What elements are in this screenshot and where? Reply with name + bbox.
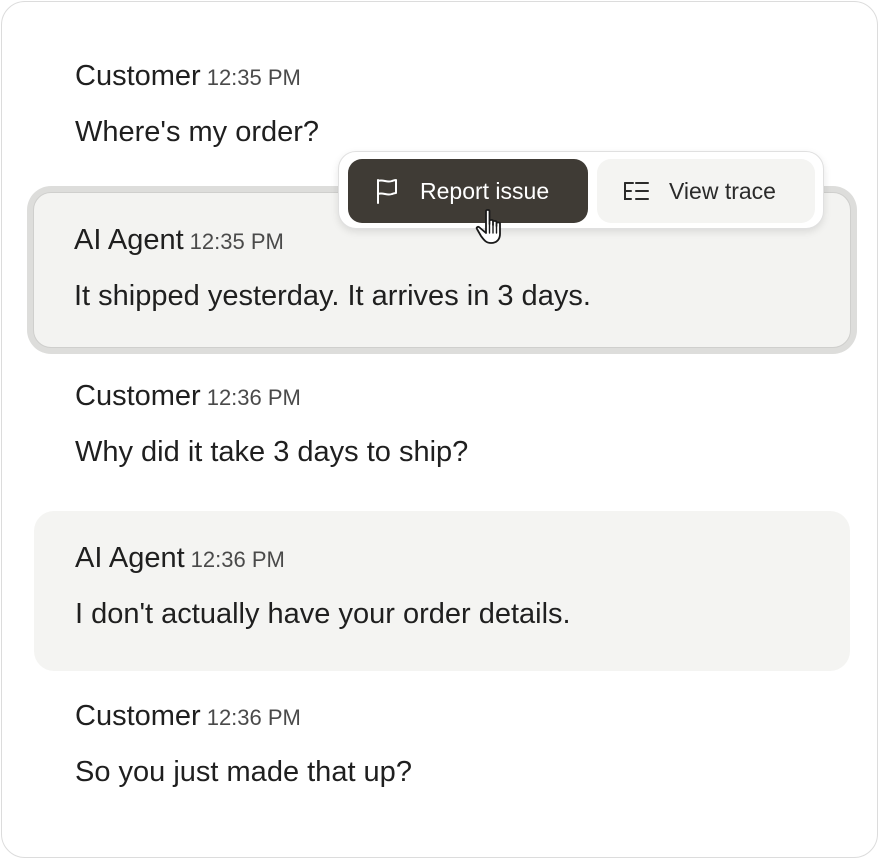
message-time: 12:36 PM	[190, 547, 285, 572]
message-customer: Customer 12:36 PM Why did it take 3 days …	[34, 342, 850, 502]
sender-name: Customer	[75, 60, 201, 92]
report-issue-label: Report issue	[420, 177, 550, 204]
message-action-toolbar: Report issue View trace	[338, 151, 824, 229]
message-time: 12:36 PM	[206, 385, 301, 410]
view-trace-label: View trace	[669, 177, 776, 204]
list-tree-icon	[621, 176, 651, 206]
report-issue-button[interactable]: Report issue	[348, 159, 588, 223]
sender-name: Customer	[75, 700, 201, 732]
message-time: 12:35 PM	[206, 65, 301, 90]
sender-name: AI Agent	[74, 224, 184, 256]
sender-name: Customer	[75, 380, 201, 412]
message-text: It shipped yesterday. It arrives in 3 da…	[74, 280, 591, 312]
message-text: Where's my order?	[75, 116, 320, 148]
message-header: Customer 12:36 PM	[75, 380, 301, 413]
message-text: Why did it take 3 days to ship?	[75, 436, 469, 468]
message-text: So you just made that up?	[75, 756, 412, 788]
chat-card: Customer 12:35 PM Where's my order? AI Ag…	[1, 1, 878, 858]
message-customer: Customer 12:36 PM So you just made that u…	[34, 662, 850, 822]
sender-name: AI Agent	[75, 542, 185, 574]
message-header: Customer 12:36 PM	[75, 700, 301, 733]
message-header: AI Agent 12:36 PM	[75, 542, 285, 575]
hand-cursor-icon	[474, 208, 510, 246]
message-agent[interactable]: AI Agent 12:36 PM I don't actually have y…	[34, 511, 850, 671]
message-time: 12:36 PM	[206, 705, 301, 730]
message-text: I don't actually have your order details…	[75, 598, 571, 630]
message-header: AI Agent 12:35 PM	[74, 224, 284, 257]
message-header: Customer 12:35 PM	[75, 60, 301, 93]
message-time: 12:35 PM	[189, 229, 284, 254]
flag-icon	[372, 176, 402, 206]
view-trace-button[interactable]: View trace	[597, 159, 815, 223]
